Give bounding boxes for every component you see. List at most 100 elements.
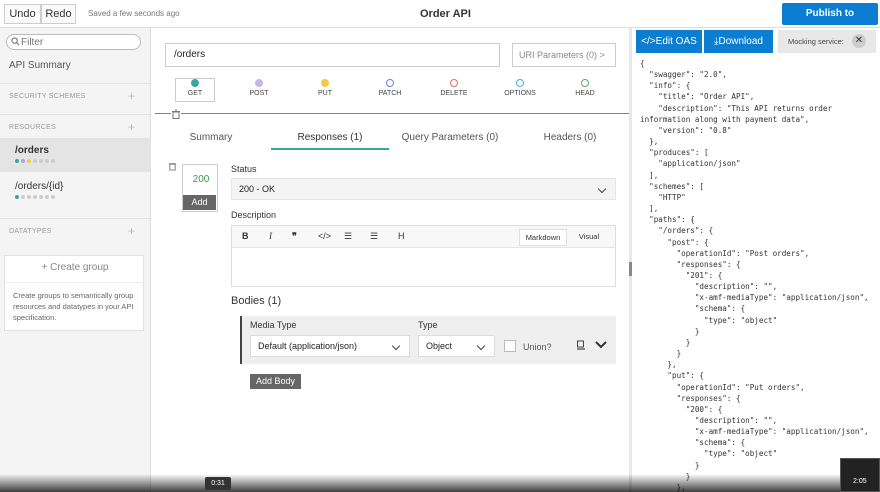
- method-underline: [155, 113, 629, 114]
- method-tabs: Summary Responses (1) Query Parameters (…: [151, 128, 629, 152]
- publish-button[interactable]: Publish to Exchange: [782, 3, 878, 41]
- code-icon[interactable]: </>: [318, 230, 331, 242]
- edit-oas-button[interactable]: </>Edit OAS: [636, 30, 702, 53]
- method-delete[interactable]: DELETE: [434, 79, 474, 101]
- trash-icon[interactable]: [168, 161, 177, 171]
- divider: [0, 218, 150, 219]
- method-dot: [255, 79, 263, 87]
- method-label: OPTIONS: [504, 90, 536, 97]
- json-line: "description": "This API returns order: [640, 103, 833, 113]
- resource-name: /orders: [15, 145, 49, 156]
- json-line: "put": {: [640, 371, 705, 381]
- description-editor[interactable]: B I ❞ </> ☰ ☰ H Markdown Visual: [231, 225, 616, 287]
- redo-button[interactable]: Redo: [41, 4, 76, 24]
- add-response-button[interactable]: Add: [183, 195, 216, 210]
- method-get[interactable]: GET: [175, 78, 215, 102]
- type-label: Type: [418, 320, 438, 330]
- divider: [0, 114, 150, 115]
- trash-icon[interactable]: [171, 109, 181, 119]
- json-line: ],: [640, 170, 659, 180]
- resource-path-input[interactable]: /orders: [165, 43, 500, 67]
- tab-summary[interactable]: Summary: [165, 128, 257, 150]
- type-select[interactable]: Object: [418, 335, 495, 357]
- api-summary-link[interactable]: API Summary: [9, 60, 71, 71]
- add-security-scheme-icon[interactable]: +: [128, 90, 135, 102]
- tab-headers[interactable]: Headers (0): [511, 128, 629, 150]
- quote-icon[interactable]: ❞: [292, 230, 297, 242]
- undo-button[interactable]: Undo: [4, 4, 41, 24]
- union-checkbox[interactable]: [504, 340, 516, 352]
- add-resource-icon[interactable]: +: [128, 121, 135, 133]
- method-patch[interactable]: PATCH: [370, 79, 410, 101]
- json-line: "title": "Order API",: [640, 92, 755, 102]
- download-label: Download: [718, 36, 763, 47]
- media-type-select[interactable]: Default (application/json): [250, 335, 410, 357]
- page-title: Order API: [420, 8, 471, 20]
- method-dot: [450, 79, 458, 87]
- json-line: "schema": {: [640, 438, 746, 448]
- union-label: Union?: [523, 342, 552, 352]
- bold-icon[interactable]: B: [242, 230, 249, 242]
- heading-icon[interactable]: H: [398, 230, 405, 242]
- resources-header[interactable]: RESOURCES: [9, 124, 56, 131]
- download-button[interactable]: ⤓Download: [704, 30, 773, 53]
- status-select[interactable]: 200 - OK: [231, 178, 616, 200]
- filter-input[interactable]: [21, 36, 137, 48]
- method-post[interactable]: POST: [239, 79, 279, 101]
- divider: [0, 83, 150, 84]
- uri-parameters-label: URI Parameters (0): [519, 50, 598, 60]
- json-line: "x-amf-mediaType": "application/json",: [640, 427, 869, 437]
- json-line: "schemes": [: [640, 181, 705, 191]
- method-label: HEAD: [575, 90, 595, 97]
- close-icon[interactable]: ✕: [852, 34, 866, 48]
- video-progress-bar[interactable]: [0, 474, 880, 492]
- method-head[interactable]: HEAD: [565, 79, 605, 101]
- method-dot: [191, 79, 199, 87]
- body-panel: Media Type Type Default (application/jso…: [240, 316, 616, 364]
- method-dot: [386, 79, 394, 87]
- json-line: "HTTP": [640, 192, 686, 202]
- tab-responses[interactable]: Responses (1): [271, 128, 389, 150]
- create-group-button[interactable]: + Create group: [5, 262, 145, 273]
- italic-icon[interactable]: I: [269, 230, 272, 242]
- json-line: "produces": [: [640, 148, 709, 158]
- json-line: "description": "",: [640, 416, 778, 425]
- security-schemes-header[interactable]: SECURITY SCHEMES: [9, 93, 86, 100]
- oas-json-view[interactable]: { "swagger": "2.0", "info": { "title": "…: [640, 58, 876, 492]
- json-line: "paths": {: [640, 215, 695, 225]
- media-type-label: Media Type: [250, 320, 297, 330]
- filter-box[interactable]: [6, 34, 141, 50]
- ordered-list-icon[interactable]: ☰: [344, 230, 352, 242]
- method-options[interactable]: OPTIONS: [500, 79, 540, 101]
- mocking-service-label: Mocking service:: [788, 37, 844, 46]
- method-put[interactable]: PUT: [305, 79, 345, 101]
- bodies-heading: Bodies (1): [231, 295, 282, 307]
- expand-chevron-icon[interactable]: [595, 340, 607, 350]
- edit-oas-label: Edit OAS: [655, 36, 697, 47]
- json-line: "info": {: [640, 81, 691, 91]
- json-line: {: [640, 59, 645, 68]
- video-thumbnail[interactable]: [840, 458, 880, 492]
- add-body-button[interactable]: Add Body: [250, 374, 301, 389]
- resource-item-orders[interactable]: /orders: [0, 138, 150, 172]
- response-code: 200: [192, 174, 210, 185]
- tab-query-parameters[interactable]: Query Parameters (0): [391, 128, 509, 150]
- editor-toolbar: B I ❞ </> ☰ ☰ H Markdown Visual: [232, 226, 615, 248]
- visual-toggle[interactable]: Visual: [571, 229, 607, 246]
- add-datatype-icon[interactable]: +: [128, 225, 135, 237]
- chevron-down-icon: [597, 184, 607, 194]
- resource-item-orders-id[interactable]: /orders/{id}: [0, 174, 150, 208]
- status-value: 200 - OK: [239, 184, 276, 194]
- description-label: Description: [231, 210, 277, 220]
- datatypes-header[interactable]: DATATYPES: [9, 228, 52, 235]
- json-line: "application/json": [640, 159, 741, 169]
- example-icon[interactable]: [576, 340, 586, 350]
- chevron-down-icon: [391, 341, 401, 351]
- json-line: "type": "object": [640, 315, 778, 325]
- unordered-list-icon[interactable]: ☰: [370, 230, 378, 242]
- code-icon: </>: [641, 36, 656, 47]
- markdown-toggle[interactable]: Markdown: [519, 229, 567, 246]
- method-dot: [581, 79, 589, 87]
- media-type-value: Default (application/json): [258, 341, 358, 351]
- uri-parameters-button[interactable]: URI Parameters (0) >: [512, 43, 616, 67]
